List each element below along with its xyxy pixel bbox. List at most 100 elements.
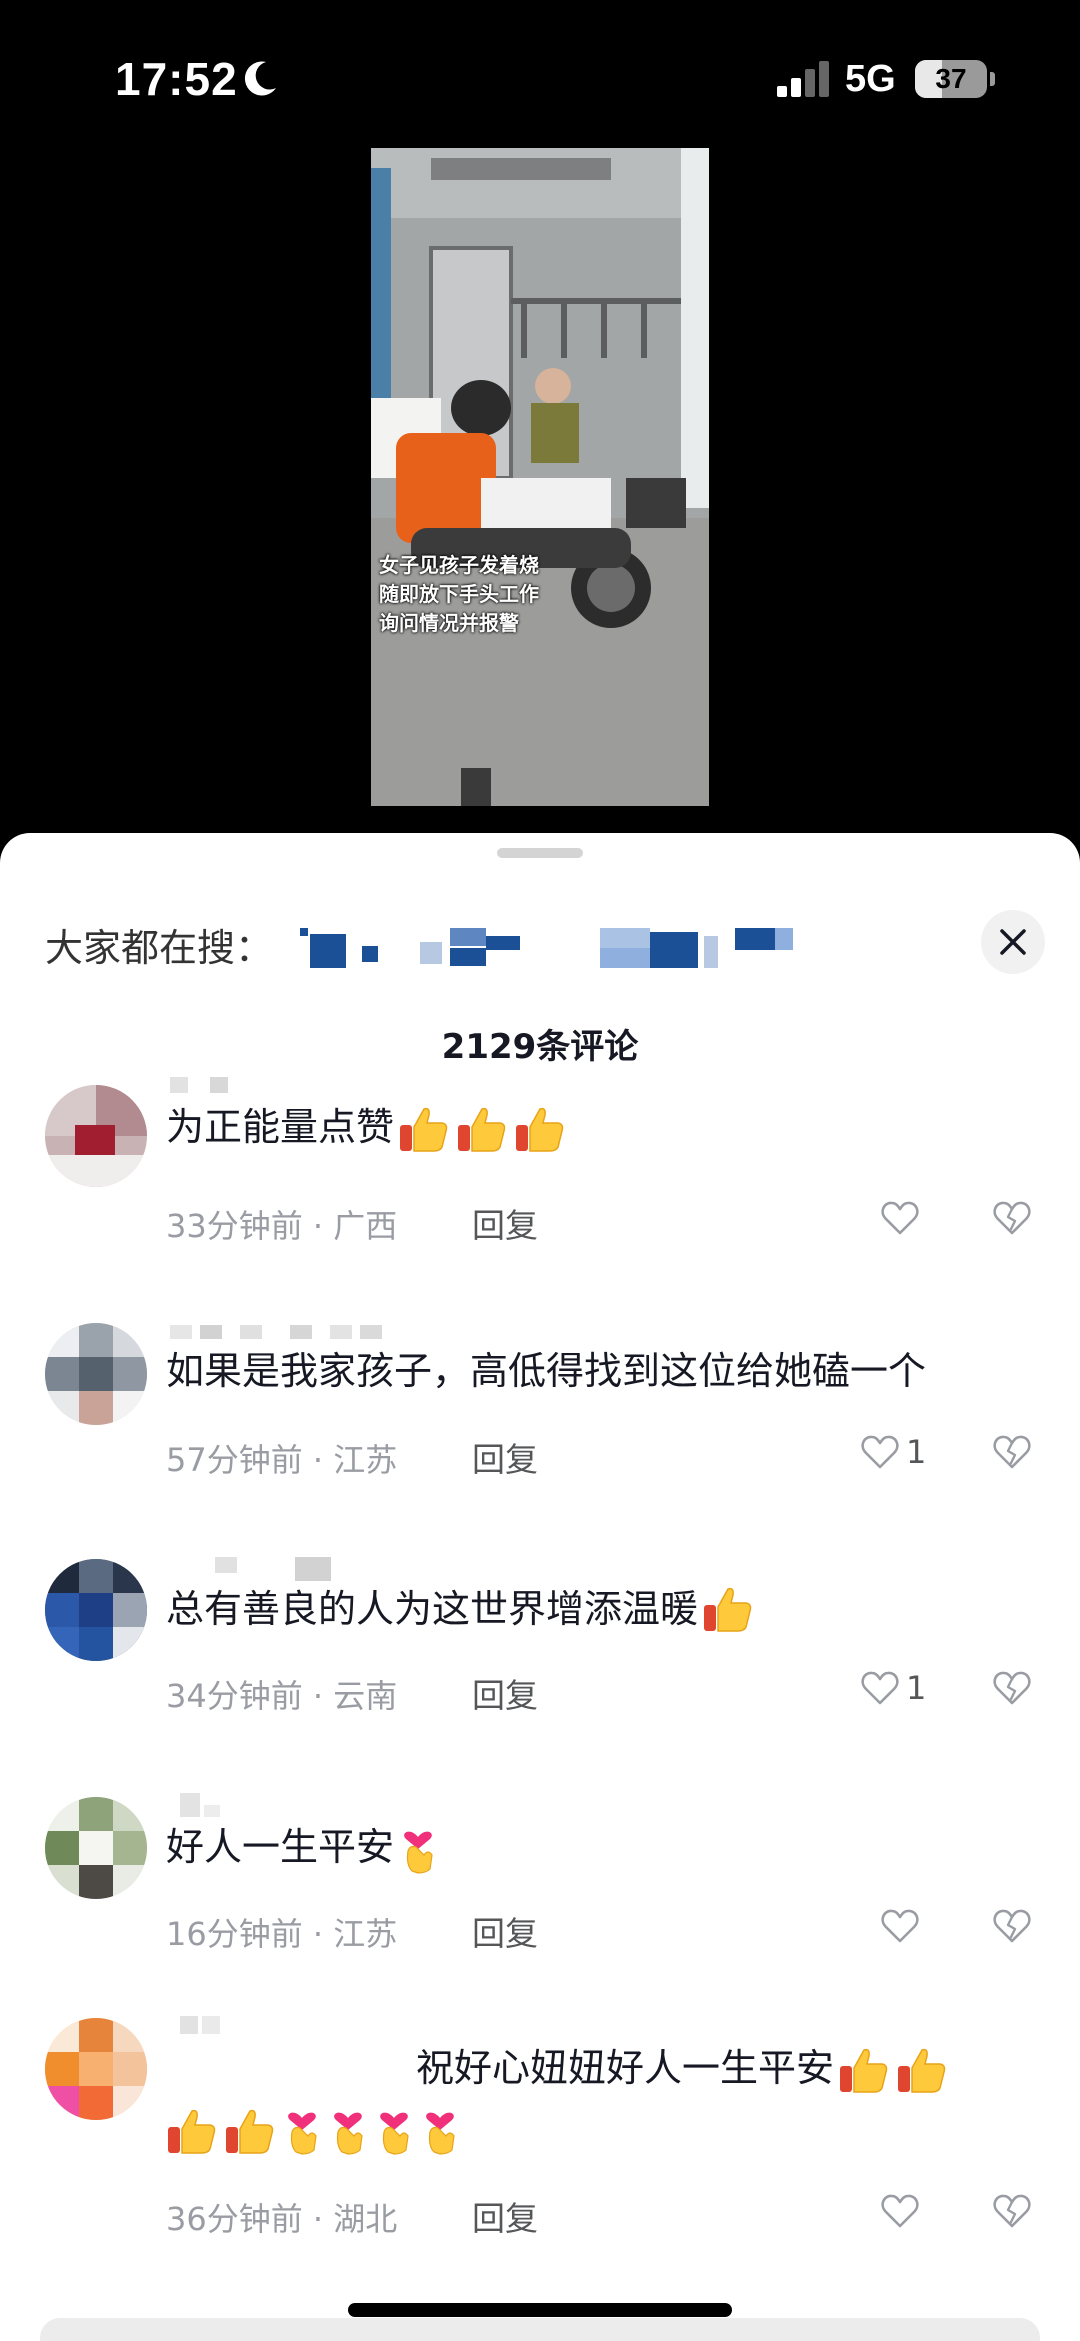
heart-icon (881, 2194, 919, 2228)
comment-emojis (838, 2046, 948, 2094)
heart-icon (881, 1909, 919, 1943)
comment-input-bar[interactable] (40, 2318, 1040, 2341)
thumbs-up-emoji (704, 1587, 752, 1632)
nickname-redacted[interactable] (180, 1791, 260, 1821)
finger-heart-emoji (334, 2112, 363, 2155)
finger-heart-emoji (380, 2112, 409, 2155)
status-time: 17:52 (115, 53, 238, 105)
dislike-icon (993, 1671, 1031, 1705)
dislike-button[interactable] (992, 2192, 1032, 2234)
nickname-redacted[interactable] (215, 1555, 355, 1585)
avatar[interactable] (45, 2018, 147, 2120)
reply-button[interactable]: 回复 (472, 2192, 538, 2240)
comment-time: 36分钟前 (166, 2200, 303, 2238)
meta-separator: · (302, 1677, 334, 1715)
avatar-image (45, 1559, 147, 1661)
avatar-image (45, 1323, 147, 1425)
comment-time: 16分钟前 (166, 1915, 303, 1953)
video-caption-line: 女子见孩子发着烧 (379, 553, 539, 577)
avatar[interactable] (45, 1323, 147, 1425)
video-caption-line: 随即放下手头工作 (379, 582, 539, 606)
meta-separator: · (302, 1441, 334, 1479)
comment-sheet: 大家都在搜： 2129条评论 为正能量点赞 33分钟前 · 广西 回复 如果是我… (0, 833, 1080, 2341)
comment-text: 为正能量点赞 (166, 1105, 395, 1149)
video-frame-image (371, 148, 709, 806)
finger-heart-emoji (426, 2112, 455, 2155)
trending-search-label: 大家都在搜： (45, 926, 274, 970)
comment-emojis-line2 (166, 2106, 460, 2156)
reply-button[interactable]: 回复 (472, 1669, 538, 1717)
comment-text: 祝好心妞妞好人一生平安 (416, 2046, 835, 2090)
thumbs-up-emoji (458, 1107, 506, 1152)
avatar[interactable] (45, 1559, 147, 1661)
comment-location: 云南 (333, 1677, 398, 1715)
avatar-image (45, 1797, 147, 1899)
video-caption-line: 询问情况并报警 (379, 611, 519, 635)
dislike-icon (993, 1201, 1031, 1235)
status-bar: 17:52 5G 37 (0, 0, 1080, 150)
thumbs-up-emoji (516, 1107, 564, 1152)
dislike-button[interactable] (992, 1433, 1032, 1475)
thumbs-up-emoji (226, 2109, 274, 2154)
nickname-redacted[interactable] (180, 2014, 320, 2044)
home-indicator[interactable] (348, 2303, 732, 2317)
dislike-button[interactable] (992, 1199, 1032, 1241)
battery-cap (990, 72, 995, 86)
comment-time: 33分钟前 (166, 1207, 303, 1245)
comment-meta: 57分钟前 · 江苏 (166, 1435, 397, 1481)
avatar-image (45, 1085, 147, 1187)
like-button[interactable] (880, 1199, 920, 1237)
signal-icon (777, 61, 829, 97)
reply-button[interactable]: 回复 (472, 1433, 538, 1481)
thumbs-up-emoji (840, 2048, 888, 2093)
comment-time: 57分钟前 (166, 1441, 303, 1479)
close-button[interactable] (981, 910, 1045, 974)
finger-heart-emoji (288, 2112, 317, 2155)
dislike-button[interactable] (992, 1669, 1032, 1711)
like-button[interactable] (880, 1907, 920, 1945)
dislike-icon (993, 1909, 1031, 1943)
network-label: 5G (845, 58, 896, 100)
like-count: 1 (906, 1433, 927, 1471)
comment-meta: 34分钟前 · 云南 (166, 1671, 397, 1717)
comment-emojis (702, 1585, 754, 1633)
avatar[interactable] (45, 1085, 147, 1187)
meta-separator: · (302, 1915, 334, 1953)
comment-text: 好人一生平安 (166, 1825, 395, 1869)
drag-handle[interactable] (497, 848, 583, 858)
video-player[interactable]: 女子见孩子发着烧 随即放下手头工作 询问情况并报警 (371, 148, 709, 806)
comment-location: 江苏 (333, 1915, 398, 1953)
comment-location: 江苏 (333, 1441, 398, 1479)
trending-search-redacted[interactable] (300, 928, 800, 968)
meta-separator: · (302, 2200, 334, 2238)
comment-meta: 33分钟前 · 广西 (166, 1201, 397, 1247)
heart-icon (861, 1435, 899, 1469)
comment-emojis (398, 1105, 566, 1153)
heart-icon (861, 1671, 899, 1705)
meta-separator: · (302, 1207, 334, 1245)
battery-percent: 37 (935, 63, 967, 94)
like-button[interactable]: 1 (860, 1433, 926, 1471)
comment-emojis (398, 1825, 438, 1875)
comment-location: 广西 (333, 1207, 398, 1245)
like-count: 1 (906, 1669, 927, 1707)
thumbs-up-emoji (898, 2048, 946, 2093)
heart-icon (881, 1201, 919, 1235)
close-icon (1000, 929, 1026, 955)
reply-button[interactable]: 回复 (472, 1907, 538, 1955)
dislike-button[interactable] (992, 1907, 1032, 1949)
dislike-icon (993, 2194, 1031, 2228)
thumbs-up-emoji (400, 1107, 448, 1152)
avatar-image (45, 2018, 147, 2120)
reply-button[interactable]: 回复 (472, 1199, 538, 1247)
finger-heart-emoji (404, 1831, 433, 1874)
comment-meta: 16分钟前 · 江苏 (166, 1909, 397, 1955)
comment-time: 34分钟前 (166, 1677, 303, 1715)
avatar[interactable] (45, 1797, 147, 1899)
like-button[interactable]: 1 (860, 1669, 926, 1707)
like-button[interactable] (880, 2192, 920, 2230)
thumbs-up-emoji (168, 2109, 216, 2154)
comment-location: 湖北 (333, 2200, 398, 2238)
dislike-icon (993, 1435, 1031, 1469)
comment-count: 2129条评论 (441, 1027, 639, 1067)
